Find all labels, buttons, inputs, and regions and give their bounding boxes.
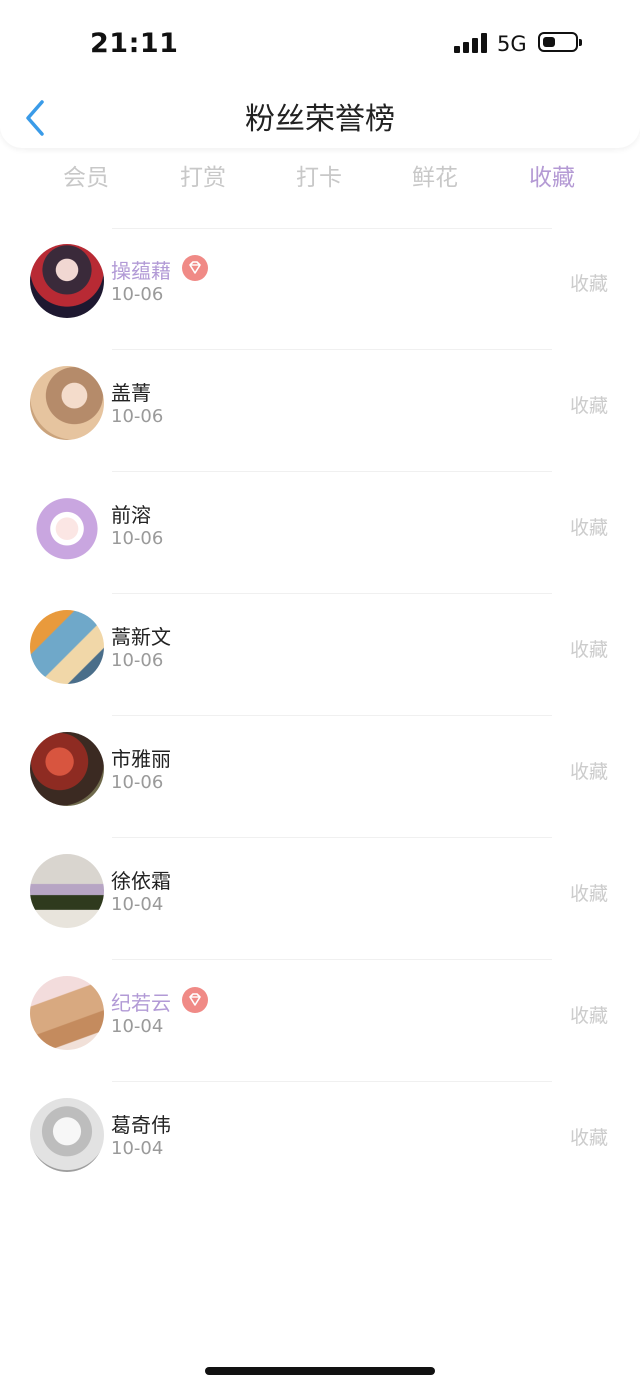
tab-favorites[interactable]: 收藏 — [494, 158, 610, 192]
avatar — [30, 976, 104, 1050]
tab-checkin[interactable]: 打卡 — [261, 158, 377, 192]
list-item[interactable]: 前溶 10-06 收藏 — [0, 472, 640, 593]
fan-name: 蒿新文 — [111, 625, 171, 649]
list-item[interactable]: 蒿新文 10-06 收藏 — [0, 594, 640, 715]
fan-name: 徐依霜 — [111, 869, 171, 893]
list-item[interactable]: 市雅丽 10-06 收藏 — [0, 716, 640, 837]
fan-name: 纪若云 — [111, 991, 171, 1015]
list-item[interactable]: 徐依霜 10-04 收藏 — [0, 838, 640, 959]
fan-name: 操蕴藉 — [111, 259, 171, 283]
fan-date: 10-06 — [111, 772, 164, 793]
fan-date: 10-06 — [111, 650, 164, 671]
fan-date: 10-04 — [111, 1016, 164, 1037]
signal-icon — [454, 33, 490, 53]
avatar — [30, 488, 104, 562]
favorite-label: 收藏 — [569, 1005, 608, 1027]
list-item[interactable]: 盖菁 10-06 收藏 — [0, 350, 640, 471]
battery-icon — [538, 32, 582, 52]
favorite-label: 收藏 — [569, 1127, 608, 1149]
fan-date: 10-04 — [111, 1138, 164, 1159]
favorite-label: 收藏 — [569, 883, 608, 905]
favorite-label: 收藏 — [569, 639, 608, 661]
network-type: 5G — [497, 32, 527, 56]
fan-date: 10-06 — [111, 406, 164, 427]
favorite-label: 收藏 — [569, 395, 608, 417]
avatar — [30, 732, 104, 806]
fan-name: 葛奇伟 — [111, 1113, 171, 1137]
fan-name: 前溶 — [111, 503, 151, 527]
avatar — [30, 854, 104, 928]
tab-bar: 会员 打赏 打卡 鲜花 收藏 — [0, 158, 640, 202]
list-item[interactable]: 纪若云 10-04 收藏 — [0, 960, 640, 1081]
list-item[interactable]: 操蕴藉 10-06 收藏 — [0, 228, 640, 349]
fan-name: 盖菁 — [111, 381, 151, 405]
home-indicator — [205, 1367, 435, 1375]
avatar — [30, 244, 104, 318]
page-title: 粉丝荣誉榜 — [245, 102, 395, 137]
tab-member[interactable]: 会员 — [28, 158, 144, 192]
avatar — [30, 366, 104, 440]
favorite-label: 收藏 — [569, 273, 608, 295]
avatar — [30, 610, 104, 684]
fan-date: 10-06 — [111, 528, 164, 549]
header: 21:11 5G 粉丝荣誉榜 — [0, 0, 640, 148]
tab-flowers[interactable]: 鲜花 — [377, 158, 493, 192]
avatar — [30, 1098, 104, 1172]
nav-bar: 粉丝荣誉榜 — [0, 88, 640, 144]
diamond-badge-icon — [182, 987, 208, 1013]
favorite-label: 收藏 — [569, 517, 608, 539]
favorite-label: 收藏 — [569, 761, 608, 783]
fan-date: 10-04 — [111, 894, 164, 915]
fan-date: 10-06 — [111, 284, 164, 305]
status-bar: 21:11 5G — [0, 0, 640, 88]
status-time: 21:11 — [90, 28, 179, 59]
fan-name: 市雅丽 — [111, 747, 171, 771]
tab-reward[interactable]: 打赏 — [145, 158, 261, 192]
diamond-badge-icon — [182, 255, 208, 281]
list-item[interactable]: 葛奇伟 10-04 收藏 — [0, 1082, 640, 1203]
